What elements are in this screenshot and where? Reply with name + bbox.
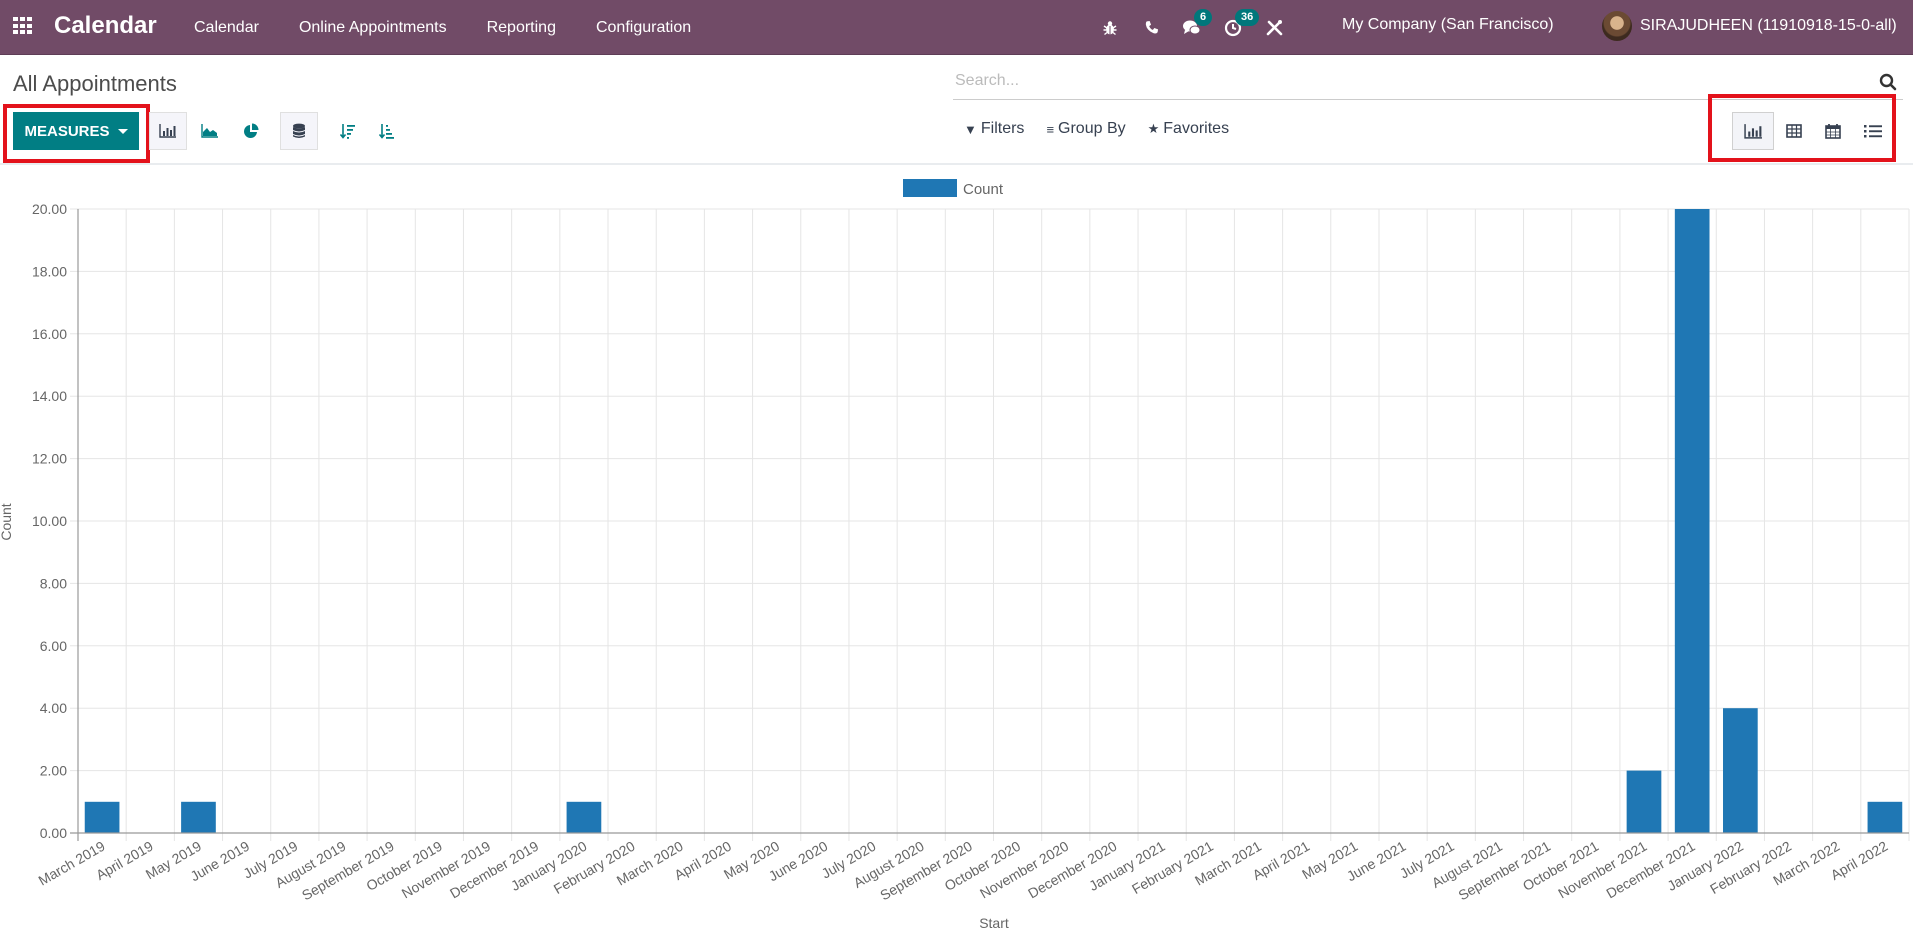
bar[interactable] <box>1723 708 1758 833</box>
bar[interactable] <box>84 801 120 833</box>
favorites-star-icon: ★ <box>1147 121 1160 136</box>
search-icon[interactable] <box>1879 73 1897 91</box>
pie-chart-icon <box>244 123 259 138</box>
y-tick-label: 0.00 <box>40 825 67 841</box>
y-axis-label: Count <box>0 503 14 540</box>
user-avatar <box>1602 11 1632 41</box>
list-view-icon <box>1864 125 1882 138</box>
sort-descending-icon <box>340 124 355 139</box>
legend-swatch <box>903 179 957 197</box>
y-tick-label: 4.00 <box>40 700 67 716</box>
graph-view-icon <box>1743 123 1762 139</box>
menu-item-configuration[interactable]: Configuration <box>596 19 691 37</box>
favorites-label: Favorites <box>1163 120 1230 137</box>
pivot-table-icon <box>1786 124 1802 138</box>
messages-count-badge: 6 <box>1194 8 1213 26</box>
view-list-button[interactable] <box>1852 112 1894 150</box>
menu-item-online-appointments[interactable]: Online Appointments <box>299 19 447 37</box>
y-tick-label: 2.00 <box>40 763 67 779</box>
sort-ascending-icon <box>379 124 394 139</box>
favorites-button[interactable]: ★ Favorites <box>1148 120 1229 138</box>
bar-chart-mode-button[interactable] <box>149 112 187 150</box>
user-menu[interactable]: SIRAJUDHEEN (11910918-15-0-all) <box>1602 11 1897 41</box>
messages-icon[interactable]: 6 <box>1182 8 1213 38</box>
main-menu: Calendar Online Appointments Reporting C… <box>194 0 731 55</box>
bar[interactable] <box>1674 209 1710 833</box>
menu-item-calendar[interactable]: Calendar <box>194 19 259 37</box>
top-navbar: Calendar Calendar Online Appointments Re… <box>0 0 1913 55</box>
y-tick-label: 18.00 <box>32 263 67 279</box>
legend-label: Count <box>963 181 1004 198</box>
group-by-label: Group By <box>1058 120 1126 137</box>
filter-funnel-icon: ▼ <box>964 121 977 137</box>
y-tick-label: 14.00 <box>32 388 67 404</box>
search-bar <box>953 67 1903 100</box>
y-tick-label: 6.00 <box>40 638 67 654</box>
caret-down-icon <box>117 128 128 134</box>
y-tick-label: 8.00 <box>40 575 67 591</box>
y-tick-label: 12.00 <box>32 451 67 467</box>
group-by-lines-icon: ≡ <box>1046 121 1055 137</box>
company-switcher[interactable]: My Company (San Francisco) <box>1342 16 1554 34</box>
y-tick-label: 16.00 <box>32 326 67 342</box>
tools-settings-icon[interactable] <box>1264 18 1284 38</box>
search-facets: ▼ Filters ≡ Group By ★ Favorites <box>964 120 1251 138</box>
bar[interactable] <box>1626 770 1662 833</box>
apps-menu-icon[interactable] <box>13 17 33 35</box>
bar[interactable] <box>1867 801 1903 833</box>
phone-icon[interactable] <box>1141 18 1161 38</box>
measures-dropdown-button[interactable]: MEASURES <box>13 112 139 150</box>
view-pivot-button[interactable] <box>1773 112 1815 150</box>
search-input[interactable] <box>953 67 1853 95</box>
database-stack-icon <box>293 123 305 138</box>
view-graph-button[interactable] <box>1732 112 1774 150</box>
bar[interactable] <box>181 801 216 833</box>
chart-grid <box>70 208 1910 841</box>
app-brand[interactable]: Calendar <box>54 12 157 40</box>
calendar-icon <box>1825 124 1841 139</box>
measures-label: MEASURES <box>24 122 110 140</box>
sort-descending-button[interactable] <box>329 112 367 150</box>
activities-count-badge: 36 <box>1235 8 1260 26</box>
x-tick-label: March 2019 <box>36 838 108 889</box>
filters-label: Filters <box>980 120 1025 137</box>
user-name: SIRAJUDHEEN (11910918-15-0-all) <box>1640 17 1897 34</box>
line-chart-mode-button[interactable] <box>191 112 229 150</box>
group-by-button[interactable]: ≡ Group By <box>1046 120 1125 138</box>
x-axis-label: Start <box>979 915 1009 931</box>
pie-chart-mode-button[interactable] <box>232 112 270 150</box>
area-chart-icon <box>201 124 218 138</box>
debug-bug-icon[interactable] <box>1100 18 1120 38</box>
systray: 6 36 <box>1100 0 1305 55</box>
y-tick-label: 20.00 <box>32 201 67 217</box>
activities-clock-icon[interactable]: 36 <box>1223 8 1260 38</box>
sort-ascending-button[interactable] <box>368 112 406 150</box>
view-calendar-button[interactable] <box>1812 112 1854 150</box>
menu-item-reporting[interactable]: Reporting <box>487 19 556 37</box>
bar[interactable] <box>566 801 602 833</box>
bar-chart: 0.00 2.00 4.00 6.00 8.00 10.00 12.00 14.00 16.00… <box>0 179 1910 931</box>
filters-button[interactable]: ▼ Filters <box>964 120 1024 138</box>
stacked-toggle-button[interactable] <box>280 112 318 150</box>
chart-legend[interactable]: Count <box>903 179 1004 198</box>
bar-chart-icon <box>159 124 176 138</box>
page-title: All Appointments <box>13 71 177 96</box>
y-tick-label: 10.00 <box>32 513 67 529</box>
